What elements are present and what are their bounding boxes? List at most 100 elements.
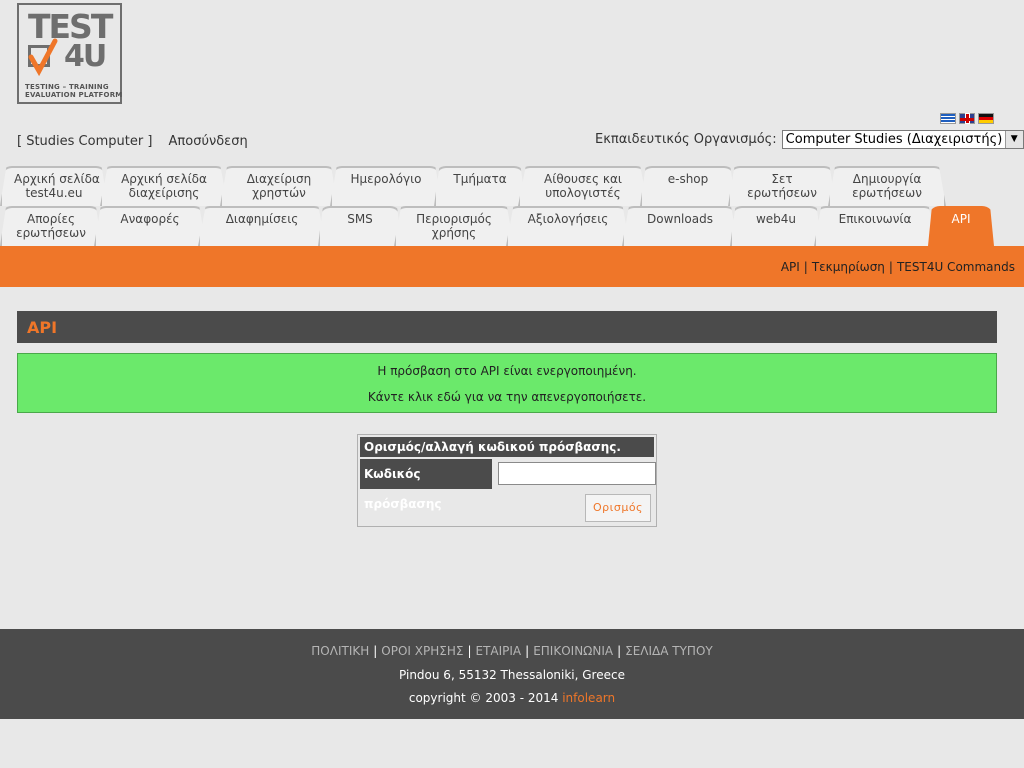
tab-label-line-2: test4u.eu [25, 186, 83, 200]
footer-separator: | [617, 644, 622, 658]
tab-row-1: Αρχική σελίδα test4u.eu Αρχική σελίδα διαχε… [0, 166, 938, 206]
tab-label-line-2: διαχείρισης [128, 186, 200, 200]
footer-link[interactable]: ΕΤΑΙΡΙΑ [476, 644, 522, 658]
password-form-title: Ορισμός/αλλαγή κωδικού πρόσβασης. [360, 437, 654, 457]
tab-label: Δημιουργία ερωτήσεων [828, 166, 946, 200]
footer-link[interactable]: ΟΡΟΙ ΧΡΗΣΗΣ [381, 644, 463, 658]
test4u-logo[interactable]: TEST 4U TESTING – TRAINING EVALUATION PL… [17, 3, 122, 104]
section-title: API [27, 318, 58, 337]
footer-copyright: copyright © 2003 - 2014 infolearn [0, 691, 1024, 705]
footer-link[interactable]: ΠΟΛΙΤΙΚΗ [311, 644, 369, 658]
logout-link[interactable]: Αποσύνδεση [169, 134, 248, 149]
tab-ημερολόγιο[interactable]: Ημερολόγιο [330, 166, 442, 206]
sub-navigation: API | Τεκμηρίωση | TEST4U Commands [781, 260, 1015, 274]
tab-αρχική-σελίδα-test4u-eu[interactable]: Αρχική σελίδα test4u.eu [0, 166, 108, 206]
sublink-separator: | [803, 260, 808, 274]
password-form: Ορισμός/αλλαγή κωδικού πρόσβασης. Κωδικό… [357, 434, 657, 527]
sublink-api[interactable]: API [781, 260, 800, 274]
tab-label: e-shop [640, 166, 736, 186]
organization-label: Εκπαιδευτικός Οργανισμός: [595, 132, 777, 147]
account-link[interactable]: [ Studies Computer ] [17, 134, 152, 149]
copyright-text: copyright © 2003 - 2014 [408, 691, 559, 705]
user-links: [ Studies Computer ] Αποσύνδεση [17, 134, 260, 149]
footer-link[interactable]: ΣΕΛΙΔΑ ΤΥΠΟΥ [625, 644, 713, 658]
footer-links: ΠΟΛΙΤΙΚΗ | ΟΡΟΙ ΧΡΗΣΗΣ | ΕΤΑΙΡΙΑ | ΕΠΙΚΟΙΝΩΝΙΑ… [0, 644, 1024, 658]
tab-label: SMS [318, 206, 402, 226]
tab-label-line-1: Αναφορές [120, 212, 180, 226]
logo-tagline: TESTING – TRAINING EVALUATION PLATFORM [25, 83, 122, 99]
tab-απορίες-ερωτήσεων[interactable]: Απορίες ερωτήσεων [0, 206, 102, 246]
sublink-documentation[interactable]: Τεκμηρίωση [812, 260, 885, 274]
footer-separator: | [467, 644, 472, 658]
brand-link[interactable]: infolearn [562, 691, 615, 705]
logo-tagline-2: EVALUATION PLATFORM [25, 91, 123, 99]
logo-checkmark-icon [28, 38, 58, 77]
footer-link[interactable]: ΕΠΙΚΟΙΝΩΝΙΑ [533, 644, 613, 658]
tab-αρχική-σελίδα-διαχείρισης[interactable]: Αρχική σελίδα διαχείρισης [100, 166, 228, 206]
tab-αναφορές[interactable]: Αναφορές [94, 206, 206, 246]
tab-label-line-1: Απορίες [27, 212, 75, 226]
api-disable-link[interactable]: Κάντε κλικ εδώ για να την απενεργοποιήσε… [18, 384, 996, 410]
tab-label-line-1: Αρχική σελίδα [14, 172, 100, 186]
tab-label-line-1: e-shop [667, 172, 709, 186]
gr-flag-icon[interactable] [940, 113, 956, 124]
tab-label-line-1: Αξιολογήσεις [527, 212, 609, 226]
organization-select[interactable]: Computer Studies (Διαχειριστής) ▼ [781, 130, 1024, 149]
tab-label-line-1: Δημιουργία [852, 172, 922, 186]
tab-label-line-1: Διαχείριση [246, 172, 312, 186]
uk-flag-icon[interactable] [959, 113, 975, 124]
tab-web4u[interactable]: web4u [730, 206, 822, 246]
tab-label-line-1: Τμήματα [453, 172, 507, 186]
tab-label: Αίθουσες και υπολογιστές [518, 166, 648, 200]
set-password-button[interactable]: Ορισμός [585, 494, 651, 522]
tab-label: Διαφημίσεις [198, 206, 326, 226]
tab-label: Διαχείριση χρηστών [220, 166, 338, 200]
logo-suffix: 4U [64, 39, 107, 74]
tab-label-line-1: Επικοινωνία [838, 212, 912, 226]
tab-περιορισμός-χρήσης[interactable]: Περιορισμός χρήσης [394, 206, 514, 246]
tab-τμήματα[interactable]: Τμήματα [434, 166, 526, 206]
tab-api[interactable]: API [928, 206, 994, 246]
section-header: API [17, 311, 997, 343]
tab-διαφημίσεις[interactable]: Διαφημίσεις [198, 206, 326, 246]
language-selector [940, 113, 994, 124]
tab-label-line-2: ερωτήσεων [852, 186, 922, 200]
logo-tagline-1: TESTING – TRAINING [25, 83, 109, 91]
tab-label-line-1: SMS [347, 212, 373, 226]
organization-selected: Computer Studies (Διαχειριστής) [785, 132, 1003, 147]
tab-e-shop[interactable]: e-shop [640, 166, 736, 206]
tab-label: Αρχική σελίδα διαχείρισης [100, 166, 228, 200]
tab-label-line-2: υπολογιστές [545, 186, 621, 200]
tab-label: Ημερολόγιο [330, 166, 442, 186]
tab-αίθουσες-και-υπολογιστές[interactable]: Αίθουσες και υπολογιστές [518, 166, 648, 206]
tab-label-line-1: Downloads [647, 212, 713, 226]
tab-label: Επικοινωνία [814, 206, 936, 226]
tab-διαχείριση-χρηστών[interactable]: Διαχείριση χρηστών [220, 166, 338, 206]
tab-αξιολογήσεις[interactable]: Αξιολογήσεις [506, 206, 630, 246]
de-flag-icon[interactable] [978, 113, 994, 124]
password-input[interactable] [498, 462, 656, 485]
tab-sms[interactable]: SMS [318, 206, 402, 246]
tab-row-2: Απορίες ερωτήσεων Αναφορές Διαφημίσεις SMS Πε… [0, 206, 986, 246]
footer: ΠΟΛΙΤΙΚΗ | ΟΡΟΙ ΧΡΗΣΗΣ | ΕΤΑΙΡΙΑ | ΕΠΙΚΟΙΝΩΝΙΑ… [0, 629, 1024, 719]
tab-label-line-1: Αίθουσες και [544, 172, 622, 186]
sublink-commands[interactable]: TEST4U Commands [897, 260, 1015, 274]
tab-δημιουργία-ερωτήσεων[interactable]: Δημιουργία ερωτήσεων [828, 166, 946, 206]
api-status-notice: Η πρόσβαση στο API είναι ενεργοποιημένη.… [17, 353, 997, 413]
api-status-text: Η πρόσβαση στο API είναι ενεργοποιημένη. [377, 364, 637, 378]
tab-label: Απορίες ερωτήσεων [0, 206, 102, 240]
chevron-down-icon[interactable]: ▼ [1004, 131, 1023, 148]
tab-label-line-2: χρηστών [252, 186, 306, 200]
tab-label-line-1: Αρχική σελίδα [121, 172, 207, 186]
tab-label-line-1: Περιορισμός [416, 212, 492, 226]
tab-label-line-1: Σετ [771, 172, 793, 186]
tab-label: Αξιολογήσεις [506, 206, 630, 226]
tab-downloads[interactable]: Downloads [622, 206, 738, 246]
tab-label-line-1: web4u [755, 212, 797, 226]
tab-label: Downloads [622, 206, 738, 226]
tab-label-line-2: χρήσης [431, 226, 477, 240]
tab-label: Αρχική σελίδα test4u.eu [0, 166, 108, 200]
footer-separator: | [373, 644, 378, 658]
tab-επικοινωνία[interactable]: Επικοινωνία [814, 206, 936, 246]
tab-σετ-ερωτήσεων[interactable]: Σετ ερωτήσεων [728, 166, 836, 206]
